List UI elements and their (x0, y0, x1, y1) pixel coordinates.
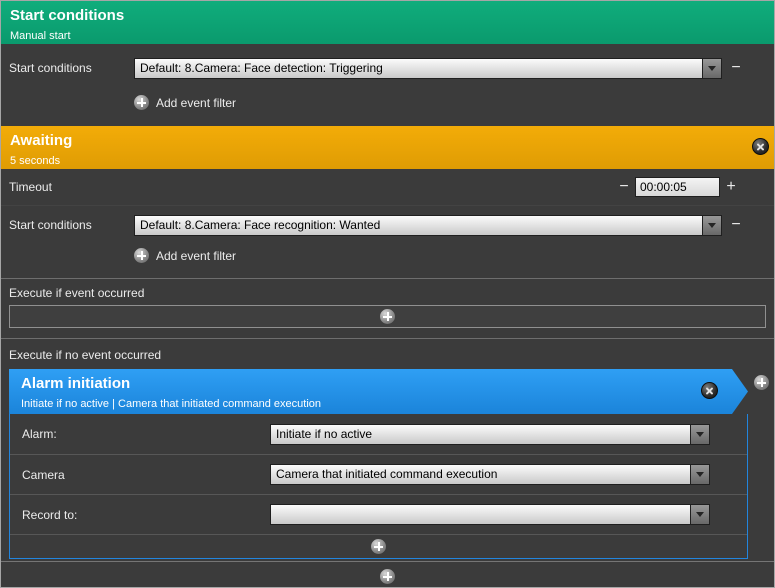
start-condition-label: Start conditions (9, 61, 134, 75)
add-icon (371, 539, 386, 554)
awaiting-subtitle: 5 seconds (10, 155, 765, 167)
awaiting-title: Awaiting (10, 132, 765, 149)
start-conditions-header: Start conditions Manual start (1, 1, 774, 44)
awaiting-header: Awaiting 5 seconds (1, 126, 774, 169)
start-conditions-title: Start conditions (10, 7, 765, 24)
dropdown-arrow-button[interactable] (702, 215, 722, 236)
add-icon (380, 309, 395, 324)
alarm-select[interactable]: Initiate if no active (270, 424, 710, 445)
execute-if-no-event-label: Execute if no event occurred (9, 348, 161, 362)
chevron-down-icon (708, 66, 716, 71)
camera-row: Camera Camera that initiated command exe… (10, 454, 747, 494)
add-block-beside-button[interactable] (754, 375, 769, 390)
add-event-filter-button[interactable]: Add event filter (134, 95, 774, 110)
awaiting-add-filter-section: Add event filter (1, 248, 774, 278)
timeout-decrease-button[interactable]: − (617, 178, 631, 196)
add-event-filter-label: Add event filter (156, 96, 236, 110)
execute-if-event-label: Execute if event occurred (9, 286, 144, 300)
awaiting-condition-select[interactable]: Default: 8.Camera: Face recognition: Wan… (134, 215, 722, 236)
add-action-bar[interactable] (9, 305, 766, 328)
add-parameter-bar[interactable] (10, 534, 747, 558)
start-conditions-subtitle: Manual start (10, 30, 765, 42)
remove-condition-button[interactable]: − (729, 216, 743, 234)
camera-label: Camera (22, 468, 270, 482)
dropdown-arrow-button[interactable] (690, 504, 710, 525)
camera-value: Camera that initiated command execution (270, 464, 690, 485)
add-block-bar[interactable] (1, 561, 774, 588)
add-icon (380, 569, 395, 584)
chevron-down-icon (696, 432, 704, 437)
execute-if-event-body (1, 303, 774, 338)
timeout-label: Timeout (9, 180, 52, 194)
awaiting-condition-label: Start conditions (9, 218, 134, 232)
alarm-value: Initiate if no active (270, 424, 690, 445)
macro-editor-window: Start conditions Manual start Start cond… (0, 0, 775, 588)
alarm-initiation-section: Alarm initiation Initiate if no active |… (1, 369, 774, 558)
record-to-value (270, 504, 690, 525)
start-condition-select[interactable]: Default: 8.Camera: Face detection: Trigg… (134, 58, 722, 79)
dropdown-arrow-button[interactable] (702, 58, 722, 79)
record-to-row: Record to: (10, 494, 747, 534)
alarm-initiation-subtitle: Initiate if no active | Camera that init… (21, 398, 739, 410)
add-icon (134, 95, 149, 110)
chevron-down-icon (696, 512, 704, 517)
alarm-row: Alarm: Initiate if no active (10, 414, 747, 454)
chevron-down-icon (696, 472, 704, 477)
start-conditions-body: Start conditions Default: 8.Camera: Face… (1, 44, 774, 126)
awaiting-condition-value: Default: 8.Camera: Face recognition: Wan… (134, 215, 702, 236)
camera-select[interactable]: Camera that initiated command execution (270, 464, 710, 485)
alarm-initiation-body: Alarm: Initiate if no active Camera Came… (9, 414, 748, 559)
add-icon (134, 248, 149, 263)
timeout-increase-button[interactable]: + (724, 178, 738, 196)
chevron-down-icon (708, 223, 716, 228)
record-to-select[interactable] (270, 504, 710, 525)
alarm-initiation-panel: Alarm initiation Initiate if no active |… (9, 369, 748, 559)
close-icon[interactable] (752, 138, 769, 155)
remove-condition-button[interactable]: − (729, 59, 743, 77)
timeout-input[interactable] (635, 177, 720, 197)
alarm-initiation-title: Alarm initiation (21, 375, 739, 392)
add-event-filter-label: Add event filter (156, 249, 236, 263)
alarm-initiation-header: Alarm initiation Initiate if no active |… (9, 369, 748, 414)
start-condition-row: Start conditions Default: 8.Camera: Face… (1, 57, 774, 79)
alarm-label: Alarm: (22, 427, 270, 441)
awaiting-condition-section: Start conditions Default: 8.Camera: Face… (1, 206, 774, 244)
start-condition-value: Default: 8.Camera: Face detection: Trigg… (134, 58, 702, 79)
dropdown-arrow-button[interactable] (690, 424, 710, 445)
dropdown-arrow-button[interactable] (690, 464, 710, 485)
execute-if-no-event-section: Execute if no event occurred (1, 338, 774, 365)
timeout-row: Timeout − + (1, 169, 774, 206)
execute-if-event-section: Execute if event occurred (1, 278, 774, 303)
add-event-filter-button[interactable]: Add event filter (134, 248, 774, 263)
awaiting-condition-row: Start conditions Default: 8.Camera: Face… (1, 214, 774, 236)
record-to-label: Record to: (22, 508, 270, 522)
close-icon[interactable] (701, 382, 718, 399)
